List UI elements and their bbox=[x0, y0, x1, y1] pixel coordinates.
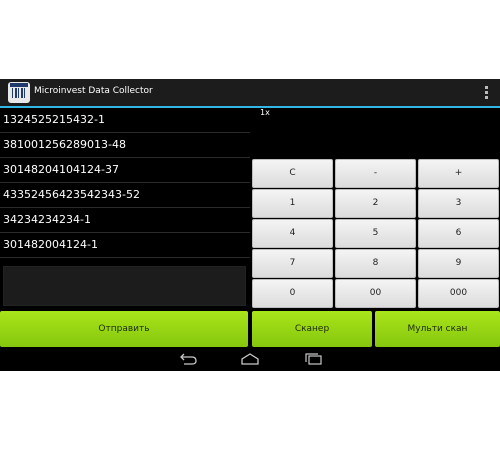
home-icon[interactable] bbox=[240, 353, 260, 365]
multi-scan-button[interactable]: Мульти скан bbox=[375, 311, 500, 347]
key-1[interactable]: 1 bbox=[252, 189, 333, 218]
list-item[interactable]: 301482004124-1 bbox=[0, 233, 250, 258]
list-item[interactable]: 1324525215432-1 bbox=[0, 108, 250, 133]
action-bar: Microinvest Data Collector bbox=[0, 79, 500, 108]
key-plus[interactable]: + bbox=[418, 159, 499, 188]
key-0[interactable]: 0 bbox=[252, 279, 333, 308]
key-clear[interactable]: C bbox=[252, 159, 333, 188]
key-6[interactable]: 6 bbox=[418, 219, 499, 248]
quantity-multiplier: 1x bbox=[260, 108, 270, 117]
scanner-button[interactable]: Сканер bbox=[252, 311, 372, 347]
key-2[interactable]: 2 bbox=[335, 189, 416, 218]
key-9[interactable]: 9 bbox=[418, 249, 499, 278]
list-item[interactable]: 34234234234-1 bbox=[0, 208, 250, 233]
key-4[interactable]: 4 bbox=[252, 219, 333, 248]
list-item[interactable]: 30148204104124-37 bbox=[0, 158, 250, 183]
key-7[interactable]: 7 bbox=[252, 249, 333, 278]
device-screen: Microinvest Data Collector 1324525215432… bbox=[0, 79, 500, 371]
back-icon[interactable] bbox=[178, 353, 198, 365]
recent-apps-icon[interactable] bbox=[303, 353, 323, 365]
key-3[interactable]: 3 bbox=[418, 189, 499, 218]
key-8[interactable]: 8 bbox=[335, 249, 416, 278]
key-00[interactable]: 00 bbox=[335, 279, 416, 308]
key-5[interactable]: 5 bbox=[335, 219, 416, 248]
app-title: Microinvest Data Collector bbox=[34, 86, 153, 96]
navigation-bar bbox=[0, 348, 500, 371]
list-item[interactable]: 381001256289013-48 bbox=[0, 133, 250, 158]
overflow-menu-icon[interactable] bbox=[485, 86, 488, 100]
key-minus[interactable]: - bbox=[335, 159, 416, 188]
barcode-app-icon bbox=[8, 82, 30, 103]
barcode-list: 1324525215432-1 381001256289013-48 30148… bbox=[0, 108, 250, 258]
input-field[interactable] bbox=[3, 266, 246, 306]
list-item[interactable]: 43352456423542343-52 bbox=[0, 183, 250, 208]
send-button[interactable]: Отправить bbox=[0, 311, 248, 347]
key-000[interactable]: 000 bbox=[418, 279, 499, 308]
